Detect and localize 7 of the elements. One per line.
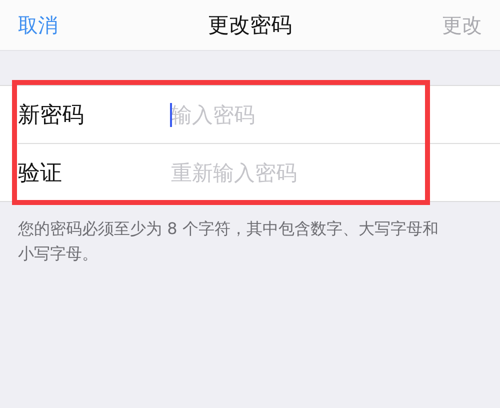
password-field[interactable]: 输入密码 xyxy=(170,102,471,126)
cancel-button[interactable]: 取消 xyxy=(18,12,58,38)
nav-title: 更改密码 xyxy=(208,12,292,39)
password-hint: 您的密码必须至少为 8 个字符，其中包含数字、大写字母和小写字母。 xyxy=(18,218,440,265)
field-label: 验证 xyxy=(18,160,63,188)
password-field[interactable]: 重新输入密码 xyxy=(170,160,471,184)
field-label: 新密码 xyxy=(18,102,85,130)
